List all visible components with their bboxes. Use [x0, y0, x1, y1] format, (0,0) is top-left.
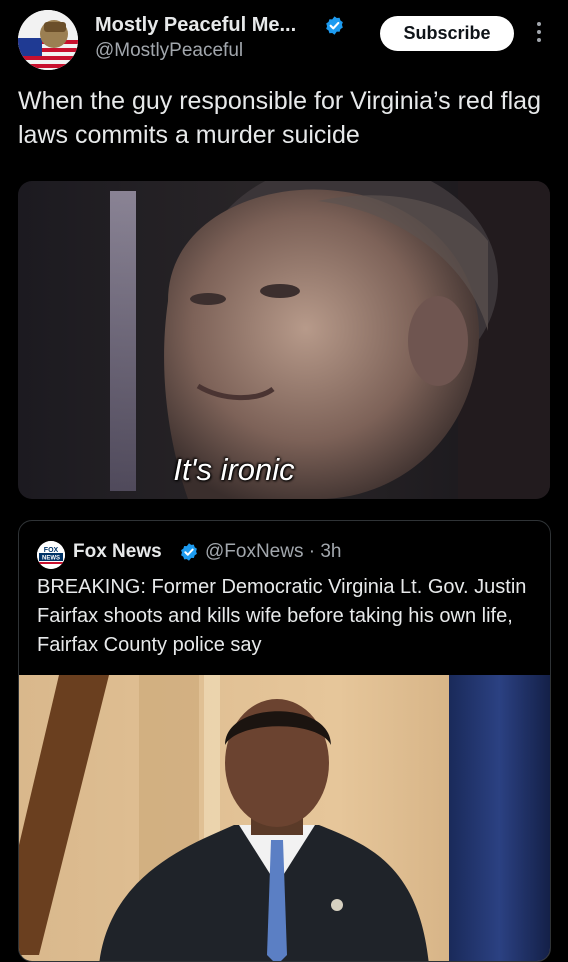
verified-badge-icon [181, 543, 197, 561]
quoted-post[interactable]: FOX NEWS Fox News @FoxNews · 3h BREAKING… [18, 520, 551, 962]
svg-text:FOX: FOX [44, 547, 59, 554]
meme-caption: It's ironic [0, 452, 568, 488]
quoted-text: BREAKING: Former Democratic Virginia Lt.… [37, 576, 527, 656]
more-vertical-icon[interactable] [532, 22, 546, 46]
quoted-photo[interactable] [19, 675, 550, 961]
author-avatar[interactable] [18, 10, 78, 70]
post-text: When the guy responsible for Virginia’s … [18, 87, 541, 149]
quoted-handle-time[interactable]: @FoxNews · 3h [205, 541, 342, 563]
meme-caption-text: It's ironic [173, 452, 295, 487]
author-handle[interactable]: @MostlyPeaceful [95, 40, 243, 62]
subscribe-button[interactable]: Subscribe [380, 16, 514, 51]
quoted-display-name[interactable]: Fox News [73, 541, 162, 563]
verified-badge-icon [326, 16, 343, 35]
quoted-avatar[interactable]: FOX NEWS [37, 541, 65, 569]
svg-text:NEWS: NEWS [42, 556, 60, 562]
author-display-name[interactable]: Mostly Peaceful Me... [95, 14, 296, 37]
